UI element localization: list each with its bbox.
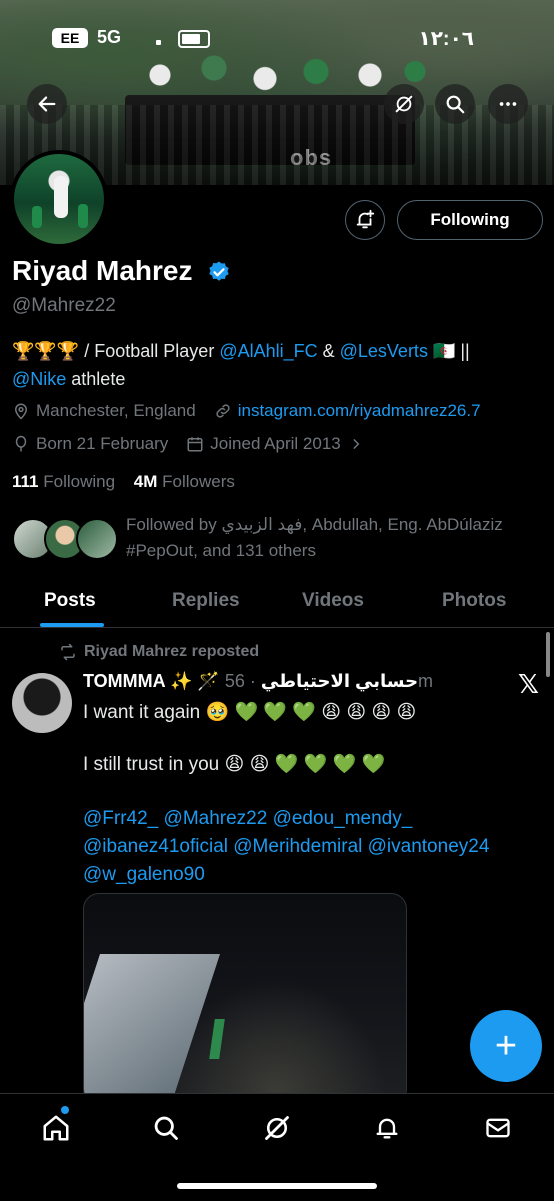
avatar-figure <box>54 176 68 218</box>
profile-handle: @Mahrez22 <box>12 295 116 316</box>
status-bar: EE 5G ١٢:٠٦ <box>0 0 554 70</box>
tab-photos[interactable]: Photos <box>442 575 506 627</box>
tab-replies[interactable]: Replies <box>172 575 240 627</box>
followers-label: Followers <box>162 472 235 491</box>
follow-counts: 111 Following 4M Followers <box>12 472 235 492</box>
bio-text: || <box>460 341 470 361</box>
more-button[interactable] <box>488 84 528 124</box>
bio-flag: 🇩🇿 <box>427 341 461 361</box>
more-icon <box>499 102 517 106</box>
nav-home[interactable] <box>36 1108 76 1148</box>
bio-mention-nike[interactable]: @Nike <box>12 369 66 389</box>
bio-text: & <box>317 341 340 361</box>
profile-tabs: Posts Replies Videos Photos <box>0 575 554 628</box>
post-mentions: @Frr42_ @Mahrez22 @edou_mendy_ @ibanez41… <box>83 805 553 889</box>
network-type: 5G <box>97 27 122 47</box>
post-text-line-2: I still trust in you 😩 😩 💚 💚 💚 💚 <box>83 754 386 775</box>
repost-icon <box>61 643 75 661</box>
followers-count-link[interactable]: 4M Followers <box>134 472 235 491</box>
followed-by-text[interactable]: Followed by فهد الزبيدي, Abdullah, Eng. … <box>126 512 546 564</box>
compose-button[interactable]: + <box>470 1010 542 1082</box>
location-icon <box>12 402 30 420</box>
following-count: 111 <box>12 472 39 491</box>
home-notification-dot <box>61 1106 69 1114</box>
tab-active-indicator <box>40 623 104 627</box>
follower-avatar <box>76 518 118 560</box>
balloon-icon <box>12 435 30 453</box>
back-button[interactable] <box>27 84 67 124</box>
post-text-line-1: I want it again 🥹 💚 💚 💚 😩 😩 😩 😩 <box>83 702 417 723</box>
bio-mention-alahli[interactable]: @AlAhli_FC <box>219 341 317 361</box>
chevron-right-icon[interactable] <box>349 437 363 451</box>
grok-button[interactable] <box>384 84 424 124</box>
battery-icon <box>178 30 210 48</box>
link-icon <box>214 402 232 420</box>
home-icon <box>43 1115 69 1141</box>
profile-joined[interactable]: Joined April 2013 <box>210 434 340 454</box>
bell-icon <box>376 1118 398 1139</box>
bio-mention-lesverts[interactable]: @LesVerts <box>340 341 428 361</box>
grok-icon <box>395 95 413 113</box>
avatar-child-left <box>32 206 42 228</box>
profile-meta-row-2: Born 21 February Joined April 2013 <box>12 434 369 454</box>
signal-dot-icon <box>156 40 161 45</box>
followed-by-avatars[interactable] <box>12 518 122 562</box>
following-count-link[interactable]: 111 Following <box>12 472 115 491</box>
profile-name: Riyad Mahrez <box>12 255 193 286</box>
back-arrow-icon <box>38 96 56 112</box>
bio-text: / Football Player <box>79 341 220 361</box>
carrier-badge: EE <box>52 28 88 48</box>
verified-badge-icon[interactable] <box>207 260 231 284</box>
grok-icon <box>265 1116 289 1140</box>
notification-add-icon <box>356 209 375 229</box>
notification-toggle-button[interactable] <box>345 200 385 240</box>
calendar-icon <box>186 435 204 453</box>
tab-videos[interactable]: Videos <box>302 575 364 627</box>
tab-posts[interactable]: Posts <box>44 575 96 627</box>
post-mentions-line[interactable]: @w_galeno90 <box>83 861 553 889</box>
following-label: Following <box>43 472 116 491</box>
scrollbar[interactable] <box>546 632 550 677</box>
nav-explore[interactable] <box>146 1108 186 1148</box>
media-flag <box>209 1019 225 1059</box>
post-mentions-line[interactable]: @ibanez41oficial @Merihdemiral @ivantone… <box>83 833 553 861</box>
nav-grok[interactable] <box>257 1108 297 1148</box>
profile-birthday: Born 21 February <box>36 434 169 453</box>
profile-avatar[interactable] <box>10 150 108 248</box>
followers-count: 4M <box>133 472 158 491</box>
profile-bio: 🏆🏆🏆 / Football Player @AlAhli_FC & @LesV… <box>12 337 547 393</box>
repost-label: Riyad Mahrez reposted <box>84 643 260 660</box>
post-media-video[interactable] <box>83 893 407 1105</box>
nav-notifications[interactable] <box>367 1108 407 1148</box>
search-icon <box>154 1116 178 1140</box>
nav-messages[interactable] <box>478 1108 518 1148</box>
repost-indicator: Riyad Mahrez reposted <box>58 643 259 661</box>
home-indicator[interactable] <box>177 1183 377 1189</box>
post-header: TOMMMA ✨ 🪄 حسابي الاحتياطي · 56m <box>83 671 433 692</box>
mail-icon <box>486 1118 510 1138</box>
search-button[interactable] <box>435 84 475 124</box>
profile-website-link[interactable]: instagram.com/riyadmahrez26.7 <box>238 401 481 421</box>
x-logo-icon: 𝕏 <box>518 670 539 700</box>
following-button[interactable]: Following <box>397 200 543 240</box>
avatar-child-right <box>78 204 88 228</box>
media-shape <box>84 954 220 1104</box>
search-icon <box>446 95 465 114</box>
post-author-avatar[interactable] <box>12 673 72 733</box>
bio-trophies: 🏆🏆🏆 <box>12 341 80 361</box>
profile-meta-row-1: Manchester, England instagram.com/riyadm… <box>12 401 481 421</box>
status-time: ١٢:٠٦ <box>418 28 475 50</box>
bio-text: athlete <box>66 369 126 389</box>
profile-location: Manchester, England <box>36 401 196 420</box>
post-mentions-line[interactable]: @Frr42_ @Mahrez22 @edou_mendy_ <box>83 805 553 833</box>
